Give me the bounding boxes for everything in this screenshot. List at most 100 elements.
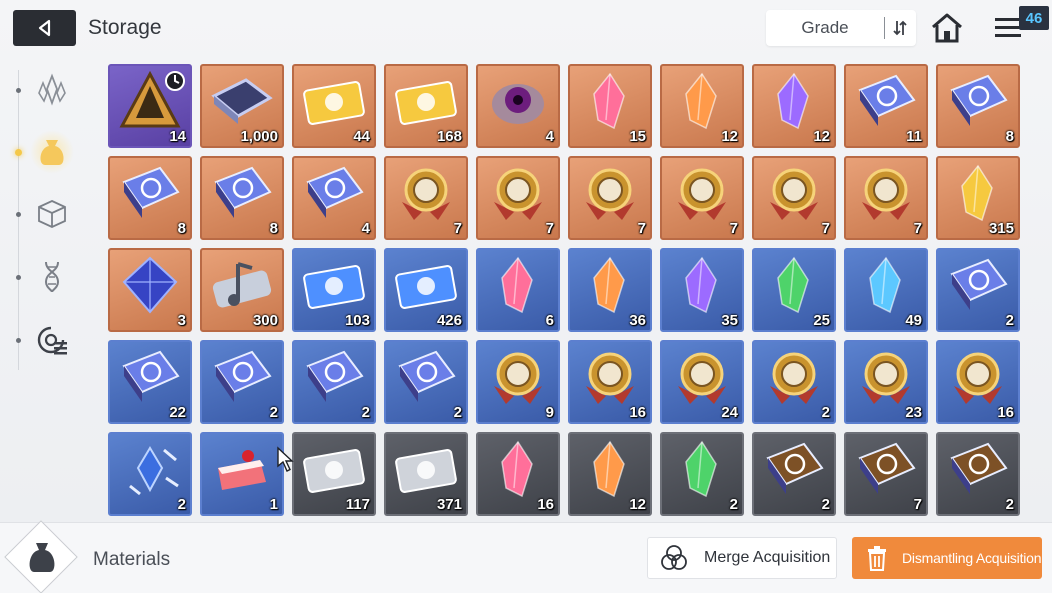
back-button[interactable] — [13, 10, 76, 46]
sidebar-item-crystal[interactable] — [30, 68, 74, 112]
merge-circles-icon — [661, 545, 687, 570]
inventory-item[interactable]: 6 — [476, 248, 560, 332]
home-button[interactable] — [930, 12, 966, 46]
item-quantity: 7 — [637, 220, 646, 237]
inventory-item[interactable]: 2 — [660, 432, 744, 516]
inventory-item[interactable]: 7 — [384, 156, 468, 240]
dismantling-acquisition-button[interactable]: Dismantling Acquisition — [852, 537, 1042, 579]
music-note-icon — [212, 262, 272, 308]
inventory-item[interactable]: 16 — [476, 432, 560, 516]
book-brown-eye-icon — [950, 442, 1008, 494]
item-quantity: 22 — [169, 404, 186, 421]
sidebar-dot-active — [15, 149, 22, 156]
inventory-item[interactable]: 23 — [844, 340, 928, 424]
inventory-item[interactable]: 22 — [108, 340, 192, 424]
inventory-item[interactable]: 35 — [660, 248, 744, 332]
medal-sword-icon — [402, 168, 450, 220]
item-quantity: 371 — [436, 496, 462, 513]
inventory-item[interactable]: 3 — [108, 248, 192, 332]
sidebar-item-materials[interactable] — [30, 130, 74, 174]
inventory-item[interactable]: 2 — [752, 432, 836, 516]
ticket-blue-icon — [303, 265, 365, 309]
medal-square-icon — [678, 352, 726, 404]
item-quantity: 7 — [821, 220, 830, 237]
item-quantity: 11 — [906, 128, 922, 145]
book-sword-icon — [950, 258, 1008, 310]
ticket-gold-icon — [303, 81, 365, 125]
inventory-item[interactable]: 2 — [292, 340, 376, 424]
inventory-item[interactable]: 371 — [384, 432, 468, 516]
sort-order-button[interactable] — [885, 19, 915, 37]
merge-acquisition-button[interactable]: Merge Acquisition — [647, 537, 837, 579]
inventory-item[interactable]: 16 — [936, 340, 1020, 424]
inventory-item[interactable]: 8 — [936, 64, 1020, 148]
item-quantity: 23 — [905, 404, 922, 421]
inventory-item[interactable]: 426 — [384, 248, 468, 332]
inventory-item[interactable]: 15 — [568, 64, 652, 148]
inventory-item[interactable]: 24 — [660, 340, 744, 424]
inventory-item[interactable]: 12 — [660, 64, 744, 148]
module-icon — [37, 326, 67, 355]
inventory-item[interactable]: 2 — [384, 340, 468, 424]
inventory-item[interactable]: 8 — [108, 156, 192, 240]
inventory-item[interactable]: 2 — [200, 340, 284, 424]
book-slash-icon — [306, 166, 364, 218]
item-quantity: 103 — [344, 312, 370, 329]
inventory-item[interactable]: 14 — [108, 64, 192, 148]
inventory-item[interactable]: 25 — [752, 248, 836, 332]
inventory-item[interactable]: 300 — [200, 248, 284, 332]
inventory-item[interactable]: 36 — [568, 248, 652, 332]
inventory-item[interactable]: 7 — [660, 156, 744, 240]
medal-shield-icon — [494, 168, 542, 220]
trash-icon — [868, 546, 886, 571]
medal-globe-icon — [954, 352, 1002, 404]
inventory-item[interactable]: 16 — [568, 340, 652, 424]
crystal-orange-icon — [593, 256, 625, 314]
inventory-item[interactable]: 7 — [476, 156, 560, 240]
inventory-item[interactable]: 2 — [936, 432, 1020, 516]
inventory-item[interactable]: 117 — [292, 432, 376, 516]
sidebar-item-dna[interactable] — [30, 255, 74, 299]
inventory-item[interactable]: 8 — [200, 156, 284, 240]
shards-gold-icon — [961, 164, 993, 222]
sidebar-item-cube[interactable] — [30, 192, 74, 236]
crystal-orange-icon — [685, 72, 717, 130]
inventory-item[interactable]: 1 — [200, 432, 284, 516]
item-quantity: 35 — [721, 312, 738, 329]
book-shield-icon — [950, 74, 1008, 126]
inventory-item[interactable]: 49 — [844, 248, 928, 332]
inventory-item[interactable]: 4 — [476, 64, 560, 148]
sort-dropdown[interactable]: Grade — [766, 10, 916, 46]
inventory-item[interactable]: 2 — [108, 432, 192, 516]
inventory-item[interactable]: 7 — [844, 432, 928, 516]
inventory-item[interactable]: 12 — [568, 432, 652, 516]
inventory-item[interactable]: 11 — [844, 64, 928, 148]
inventory-item[interactable]: 12 — [752, 64, 836, 148]
book-star-icon — [214, 350, 272, 402]
inventory-item[interactable]: 9 — [476, 340, 560, 424]
item-quantity: 2 — [1005, 312, 1014, 329]
gem-blue-icon — [122, 256, 178, 314]
inventory-item[interactable]: 103 — [292, 248, 376, 332]
inventory-item[interactable]: 2 — [752, 340, 836, 424]
inventory-item[interactable]: 7 — [752, 156, 836, 240]
item-quantity: 12 — [721, 128, 738, 145]
inventory-item[interactable]: 7 — [844, 156, 928, 240]
crystal-red-icon — [501, 256, 533, 314]
inventory-item[interactable]: 315 — [936, 156, 1020, 240]
sidebar-item-module[interactable] — [30, 318, 74, 362]
inventory-item[interactable]: 4 — [292, 156, 376, 240]
item-quantity: 44 — [353, 128, 370, 145]
crystal-purple-icon — [685, 256, 717, 314]
inventory-item[interactable]: 1,000 — [200, 64, 284, 148]
chip-icon — [211, 78, 273, 124]
inventory-item[interactable]: 44 — [292, 64, 376, 148]
inventory-item[interactable]: 7 — [568, 156, 652, 240]
inventory-item[interactable]: 168 — [384, 64, 468, 148]
item-quantity: 8 — [1005, 128, 1014, 145]
book-star-icon — [214, 166, 272, 218]
crystal-green-icon — [685, 440, 717, 498]
inventory-item[interactable]: 2 — [936, 248, 1020, 332]
item-quantity: 2 — [453, 404, 462, 421]
ticket-gold-star-icon — [395, 81, 457, 125]
